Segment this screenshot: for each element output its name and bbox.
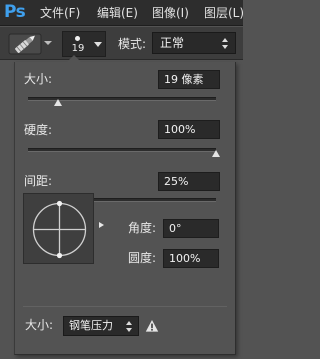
roundness-input[interactable]: 100%: [163, 249, 219, 268]
angle-direction-arrow-icon[interactable]: [99, 222, 104, 228]
brush-angle-widget[interactable]: [23, 193, 94, 264]
menu-layer[interactable]: 图层(L): [204, 5, 244, 21]
tool-preset-caret-icon[interactable]: [44, 41, 52, 45]
updown-arrows-icon: [126, 321, 133, 332]
mode-select-value: 正常: [160, 36, 185, 50]
hardness-slider-thumb[interactable]: [212, 150, 220, 157]
options-bar: 19 模式: 正常: [0, 27, 243, 60]
hardness-input[interactable]: 100%: [158, 120, 220, 139]
panel-pointer: [67, 55, 81, 62]
spacing-input[interactable]: 25%: [158, 172, 220, 191]
pen-control-select[interactable]: 钢笔压力: [63, 316, 139, 336]
size-slider-thumb[interactable]: [54, 99, 63, 106]
brush-tip-icon: [75, 36, 80, 41]
menu-bar: Ps 文件(F) 编辑(E) 图像(I) 图层(L): [0, 0, 244, 26]
updown-arrows-icon: [222, 38, 229, 49]
brush-size-readout: 19: [71, 43, 85, 54]
chevron-down-icon[interactable]: [94, 42, 102, 47]
brush-preset-picker[interactable]: 19: [62, 31, 106, 57]
photoshop-logo: Ps: [4, 2, 26, 22]
mode-select[interactable]: 正常: [152, 32, 236, 54]
size-input[interactable]: 19 像素: [158, 70, 220, 89]
angle-input[interactable]: 0°: [163, 219, 219, 238]
hardness-label: 硬度:: [24, 123, 53, 137]
menu-image[interactable]: 图像(I): [152, 5, 189, 21]
brush-preset-panel: 大小: 19 像素 硬度: 100% 间距: 25% 角度: 0° 圆度: 10…: [14, 55, 236, 355]
menu-edit[interactable]: 编辑(E): [97, 5, 138, 21]
mode-label: 模式:: [118, 37, 147, 51]
menu-file[interactable]: 文件(F): [40, 5, 80, 21]
brush-tool-icon[interactable]: [8, 33, 42, 55]
pen-size-label: 大小:: [25, 318, 54, 332]
hardness-slider[interactable]: [28, 148, 220, 157]
spacing-label: 间距:: [24, 174, 53, 188]
size-label: 大小:: [24, 72, 53, 86]
pen-control-value: 钢笔压力: [69, 319, 113, 332]
roundness-label: 圆度:: [128, 251, 157, 265]
angle-label: 角度:: [128, 221, 157, 235]
warning-triangle-icon: [145, 318, 159, 332]
panel-divider: [23, 306, 227, 307]
size-slider[interactable]: [28, 97, 216, 106]
